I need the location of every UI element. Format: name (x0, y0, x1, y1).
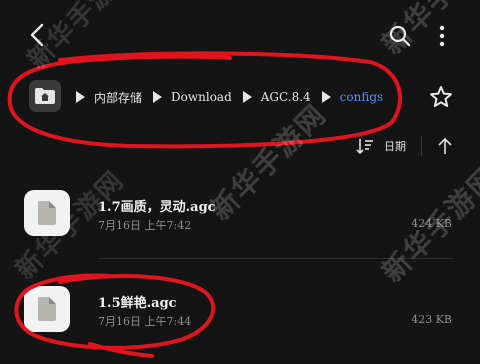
annotation-circle-breadcrumb (7, 51, 402, 149)
annotation-circle-file (14, 273, 216, 358)
